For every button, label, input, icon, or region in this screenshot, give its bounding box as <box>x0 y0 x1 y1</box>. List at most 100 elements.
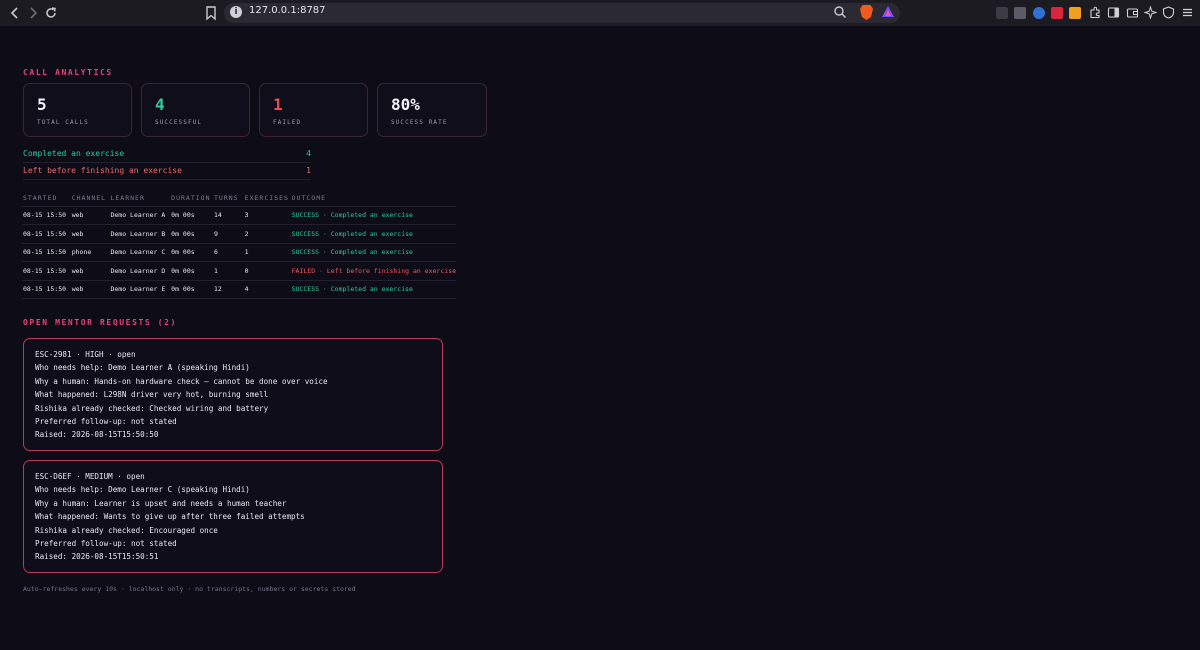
cell-duration: 0m 00s <box>170 224 213 244</box>
zoom-icon[interactable] <box>833 5 847 19</box>
extension-pen-icon[interactable] <box>1069 7 1081 19</box>
column-header-channel: CHANNEL <box>70 191 110 207</box>
sidebar-icon[interactable] <box>1107 6 1120 19</box>
request-why: Why a human: Hands-on hardware check — c… <box>35 376 328 386</box>
cell-started: 08-15 15:50 <box>22 261 71 281</box>
stat-value: 1 <box>273 95 283 114</box>
cell-duration: 0m 00s <box>170 243 213 262</box>
extension-translate-icon[interactable] <box>1014 7 1026 19</box>
request-header: ESC-D6EF · MEDIUM · open <box>35 472 145 481</box>
site-info-icon[interactable]: i <box>230 6 242 18</box>
cell-turns: 9 <box>213 224 244 244</box>
request-what: What happened: Wants to give up after th… <box>35 512 305 522</box>
cell-channel: web <box>70 206 110 225</box>
cell-exercises: 2 <box>243 224 291 244</box>
menu-icon[interactable] <box>1181 6 1194 19</box>
mentor-request-card: ESC-2981 · HIGH · open Who needs help: D… <box>23 338 443 451</box>
outcome-count: 4 <box>306 149 311 158</box>
column-header-turns: TURNS <box>213 191 244 207</box>
cell-channel: web <box>70 224 110 244</box>
wallet-icon[interactable] <box>1126 6 1139 19</box>
table-row: 08-15 15:50 web Demo Learner A 0m 00s 14… <box>22 206 456 225</box>
back-icon[interactable] <box>5 3 25 23</box>
request-raised: Raised: 2026-08-15T15:50:50 <box>35 430 159 440</box>
request-followup: Preferred follow-up: not stated <box>35 417 177 427</box>
cell-outcome: SUCCESS · Completed an exercise <box>290 243 456 262</box>
extension-red-icon[interactable] <box>1051 7 1063 19</box>
outcome-count: 1 <box>306 166 311 175</box>
cell-turns: 12 <box>213 280 244 299</box>
column-header-duration: DURATION <box>170 191 213 207</box>
cell-outcome: SUCCESS · Completed an exercise <box>290 280 456 299</box>
cell-exercises: 1 <box>243 243 291 262</box>
cell-duration: 0m 00s <box>170 261 213 281</box>
cell-learner: Demo Learner C <box>109 243 171 262</box>
request-raised: Raised: 2026-08-15T15:50:51 <box>35 552 159 562</box>
table-header-row: STARTED CHANNEL LEARNER DURATION TURNS E… <box>22 191 456 207</box>
stat-card-total-calls: 5 TOTAL CALLS <box>23 83 132 137</box>
vpn-shield-icon[interactable] <box>1162 6 1175 19</box>
stat-card-success-rate: 80% SUCCESS RATE <box>377 83 487 137</box>
cell-channel: web <box>70 261 110 281</box>
stat-label: FAILED <box>273 119 302 126</box>
bookmark-icon[interactable] <box>204 5 218 21</box>
calls-table: STARTED CHANNEL LEARNER DURATION TURNS E… <box>22 191 456 299</box>
stat-card-successful: 4 SUCCESSFUL <box>141 83 250 137</box>
footer-note: Auto-refreshes every 10s · localhost onl… <box>23 585 356 593</box>
requests-title: OPEN MENTOR REQUESTS (2) <box>23 318 177 327</box>
cell-started: 08-15 15:50 <box>22 206 71 225</box>
column-header-exercises: EXERCISES <box>243 191 291 207</box>
cell-exercises: 3 <box>243 206 291 225</box>
cell-learner: Demo Learner D <box>109 261 171 281</box>
request-checked: Rishika already checked: Checked wiring … <box>35 403 269 413</box>
stat-card-failed: 1 FAILED <box>259 83 368 137</box>
cell-learner: Demo Learner B <box>109 224 171 244</box>
request-who: Who needs help: Demo Learner A (speaking… <box>35 363 250 373</box>
analytics-title: CALL ANALYTICS <box>23 68 113 77</box>
table-row: 08-15 15:50 web Demo Learner B 0m 00s 9 … <box>22 224 456 244</box>
cell-turns: 14 <box>213 206 244 225</box>
cell-outcome: FAILED · Left before finishing an exerci… <box>290 261 456 281</box>
column-header-started: STARTED <box>22 191 71 207</box>
extension-blue-icon[interactable] <box>1033 7 1045 19</box>
extensions-puzzle-icon[interactable] <box>1089 6 1102 19</box>
outcome-summary-left: Left before finishing an exercise 1 <box>23 164 311 180</box>
cell-channel: phone <box>70 243 110 262</box>
extension-cast-icon[interactable] <box>996 7 1008 19</box>
leo-ai-icon[interactable] <box>1144 6 1157 19</box>
request-header: ESC-2981 · HIGH · open <box>35 350 136 359</box>
stat-value: 80% <box>391 95 420 114</box>
brave-rewards-icon[interactable] <box>881 5 895 19</box>
column-header-outcome: OUTCOME <box>290 191 456 207</box>
stat-label: SUCCESSFUL <box>155 119 203 126</box>
cell-started: 08-15 15:50 <box>22 280 71 299</box>
outcome-summary-completed: Completed an exercise 4 <box>23 147 311 163</box>
browser-toolbar: i 127.0.0.1:8787 <box>0 0 1200 26</box>
outcome-label: Left before finishing an exercise <box>23 166 182 175</box>
reload-icon[interactable] <box>41 3 61 23</box>
cell-turns: 6 <box>213 243 244 262</box>
mentor-request-card: ESC-D6EF · MEDIUM · open Who needs help:… <box>23 460 443 573</box>
column-header-learner: LEARNER <box>109 191 171 207</box>
cell-learner: Demo Learner E <box>109 280 171 299</box>
request-followup: Preferred follow-up: not stated <box>35 539 177 549</box>
request-checked: Rishika already checked: Encouraged once <box>35 525 218 535</box>
stat-label: TOTAL CALLS <box>37 119 89 126</box>
stat-value: 4 <box>155 95 165 114</box>
cell-duration: 0m 00s <box>170 206 213 225</box>
cell-exercises: 4 <box>243 280 291 299</box>
request-who: Who needs help: Demo Learner C (speaking… <box>35 485 250 495</box>
table-row: 08-15 15:50 phone Demo Learner C 0m 00s … <box>22 243 456 262</box>
forward-icon[interactable] <box>23 3 43 23</box>
table-row: 08-15 15:50 web Demo Learner D 0m 00s 1 … <box>22 261 456 281</box>
cell-duration: 0m 00s <box>170 280 213 299</box>
cell-started: 08-15 15:50 <box>22 224 71 244</box>
outcome-label: Completed an exercise <box>23 149 125 158</box>
cell-started: 08-15 15:50 <box>22 243 71 262</box>
request-why: Why a human: Learner is upset and needs … <box>35 498 287 508</box>
stat-value: 5 <box>37 95 47 114</box>
request-what: What happened: L298N driver very hot, bu… <box>35 390 269 400</box>
table-row: 08-15 15:50 web Demo Learner E 0m 00s 12… <box>22 280 456 299</box>
url-text[interactable]: 127.0.0.1:8787 <box>249 5 326 16</box>
cell-exercises: 0 <box>243 261 291 281</box>
